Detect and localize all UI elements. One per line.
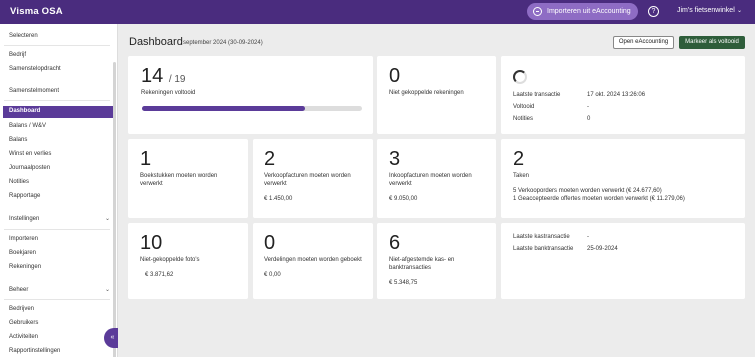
divider xyxy=(4,45,110,46)
cashbank-amount: € 5.348,75 xyxy=(389,280,418,286)
sidebar-scrollbar[interactable] xyxy=(113,62,116,357)
sidebar-item-rapportage[interactable]: Rapportage xyxy=(9,193,40,199)
help-icon[interactable]: ? xyxy=(648,6,659,17)
allocations-label: Verdelingen moeten worden geboekt xyxy=(264,257,362,263)
unlinked-count: 0 xyxy=(389,65,401,87)
chevron-down-icon[interactable]: ⌄ xyxy=(737,7,742,14)
sidebar-item-rapportinstellingen[interactable]: Rapportinstellingen xyxy=(9,348,60,354)
journal-count: 1 xyxy=(140,148,152,170)
sales-invoices-card[interactable]: 2 Verkoopfacturen moeten worden verwerkt… xyxy=(253,139,373,218)
tasks-card[interactable]: 2 Taken 5 Verkooporders moeten worden ve… xyxy=(501,139,745,218)
open-eaccounting-button[interactable]: Open eAccounting xyxy=(613,36,674,49)
sidebar-item-dashboard[interactable]: Dashboard xyxy=(3,106,113,118)
chevron-down-icon[interactable]: ⌄ xyxy=(105,215,110,222)
completed-value: - xyxy=(587,104,589,110)
last-cash-label: Laatste kastransactie xyxy=(513,234,570,240)
photos-count: 10 xyxy=(140,232,163,254)
mark-complete-button[interactable]: Markeer als voltooid xyxy=(679,36,745,49)
allocations-count: 0 xyxy=(264,232,276,254)
photos-amount: € 3.871,62 xyxy=(145,272,174,278)
sidebar-item-importeren[interactable]: Importeren xyxy=(9,236,38,242)
divider xyxy=(4,229,110,230)
sidebar-item-winst-verlies[interactable]: Winst en verlies xyxy=(9,151,51,157)
sidebar-item-samenstelopdracht[interactable]: Samenstelopdracht xyxy=(9,66,61,72)
sales-label: Verkoopfacturen moeten worden verwerkt xyxy=(264,173,351,187)
import-icon xyxy=(533,7,542,16)
sidebar-item-journaalposten[interactable]: Journaalposten xyxy=(9,165,50,171)
sidebar-item-balans-wv[interactable]: Balans / W&V xyxy=(9,123,46,129)
accounts-progress-bar xyxy=(142,106,362,111)
allocations-card[interactable]: 0 Verdelingen moeten worden geboekt € 0,… xyxy=(253,223,373,299)
journal-label: Boekstukken moeten worden verwerkt xyxy=(140,173,218,187)
import-eaccounting-button[interactable]: Importeren uit eAccounting xyxy=(527,3,638,20)
company-selector[interactable]: Jim's fietsenwinkel xyxy=(677,7,735,14)
photos-label: Niet-gekoppelde foto's xyxy=(140,257,200,263)
sales-count: 2 xyxy=(264,148,276,170)
page-title: Dashboard xyxy=(129,36,183,48)
sidebar-section-select: Selecteren xyxy=(9,33,38,39)
last-cash-value: - xyxy=(587,234,589,240)
divider xyxy=(4,100,110,101)
task-item[interactable]: 1 Geaccepteerde offertes moeten worden v… xyxy=(513,195,685,203)
accounts-count: 14 / 19 xyxy=(141,65,186,88)
cashbank-count: 6 xyxy=(389,232,401,254)
latest-transactions-card: Laatste kastransactie - Laatste banktran… xyxy=(501,223,745,299)
journal-card[interactable]: 1 Boekstukken moeten worden verwerkt xyxy=(128,139,248,218)
sidebar-item-boekjaren[interactable]: Boekjaren xyxy=(9,250,36,256)
collapse-sidebar-button[interactable]: « xyxy=(104,328,118,348)
loading-spinner-icon xyxy=(513,70,527,84)
sidebar: Selecteren Bedrijf Samenstelopdracht Sam… xyxy=(0,24,118,357)
top-bar: Visma OSA Importeren uit eAccounting ? J… xyxy=(0,0,755,24)
sidebar-item-bedrijven[interactable]: Bedrijven xyxy=(9,306,34,312)
sidebar-item-bedrijf[interactable]: Bedrijf xyxy=(9,52,26,58)
sidebar-section-settings[interactable]: Instellingen xyxy=(9,216,39,222)
chevron-down-icon[interactable]: ⌄ xyxy=(105,286,110,293)
sidebar-item-label: Dashboard xyxy=(9,108,41,114)
accounts-done: 14 xyxy=(141,65,164,87)
cashbank-label: Niet-afgestemde kas- en banktransacties xyxy=(389,257,455,271)
last-transaction-value: 17 okt. 2024 13:26:06 xyxy=(587,92,646,98)
sales-amount: € 1.450,00 xyxy=(264,196,293,202)
unlinked-accounts-card[interactable]: 0 Niet gekoppelde rekeningen xyxy=(377,56,496,134)
notes-value: 0 xyxy=(587,116,591,122)
purchase-invoices-card[interactable]: 3 Inkoopfacturen moeten worden verwerkt … xyxy=(377,139,496,218)
app-brand[interactable]: Visma OSA xyxy=(10,6,63,17)
sidebar-item-balans[interactable]: Balans xyxy=(9,137,27,143)
period-label: september 2024 (30-09-2024) xyxy=(183,40,263,46)
sidebar-item-notities[interactable]: Notities xyxy=(9,179,29,185)
sidebar-item-rekeningen[interactable]: Rekeningen xyxy=(9,264,41,270)
purchase-label: Inkoopfacturen moeten worden verwerkt xyxy=(389,173,472,187)
sidebar-section-admin[interactable]: Beheer xyxy=(9,287,28,293)
purchase-amount: € 9.050,00 xyxy=(389,196,418,202)
last-transaction-label: Laatste transactie xyxy=(513,92,561,98)
cash-bank-card[interactable]: 6 Niet-afgestemde kas- en banktransactie… xyxy=(377,223,496,299)
sidebar-item-activiteiten[interactable]: Activiteiten xyxy=(9,334,38,340)
divider xyxy=(4,299,110,300)
last-bank-label: Laatste banktransactie xyxy=(513,246,574,252)
progress-fill xyxy=(142,106,305,111)
tasks-count: 2 xyxy=(513,148,525,170)
unlinked-label: Niet gekoppelde rekeningen xyxy=(389,90,464,96)
sidebar-item-gebruikers[interactable]: Gebruikers xyxy=(9,320,38,326)
completed-label: Voltooid xyxy=(513,104,535,110)
accounts-card[interactable]: 14 / 19 Rekeningen voltooid xyxy=(128,56,373,134)
last-bank-value: 25-09-2024 xyxy=(587,246,618,252)
notes-label: Notities xyxy=(513,116,534,122)
import-label: Importeren uit eAccounting xyxy=(547,8,631,15)
sidebar-section-compile: Samenstelmoment xyxy=(9,88,60,94)
tasks-label: Taken xyxy=(513,173,530,179)
accounts-total: / 19 xyxy=(168,74,186,85)
photos-card[interactable]: 10 Niet-gekoppelde foto's € 3.871,62 xyxy=(128,223,248,299)
accounts-label: Rekeningen voltooid xyxy=(141,90,196,96)
transaction-card: Laatste transactie 17 okt. 2024 13:26:06… xyxy=(501,56,745,134)
allocations-amount: € 0,00 xyxy=(264,272,281,278)
purchase-count: 3 xyxy=(389,148,401,170)
task-item[interactable]: 5 Verkooporders moeten worden verwerkt (… xyxy=(513,187,662,195)
